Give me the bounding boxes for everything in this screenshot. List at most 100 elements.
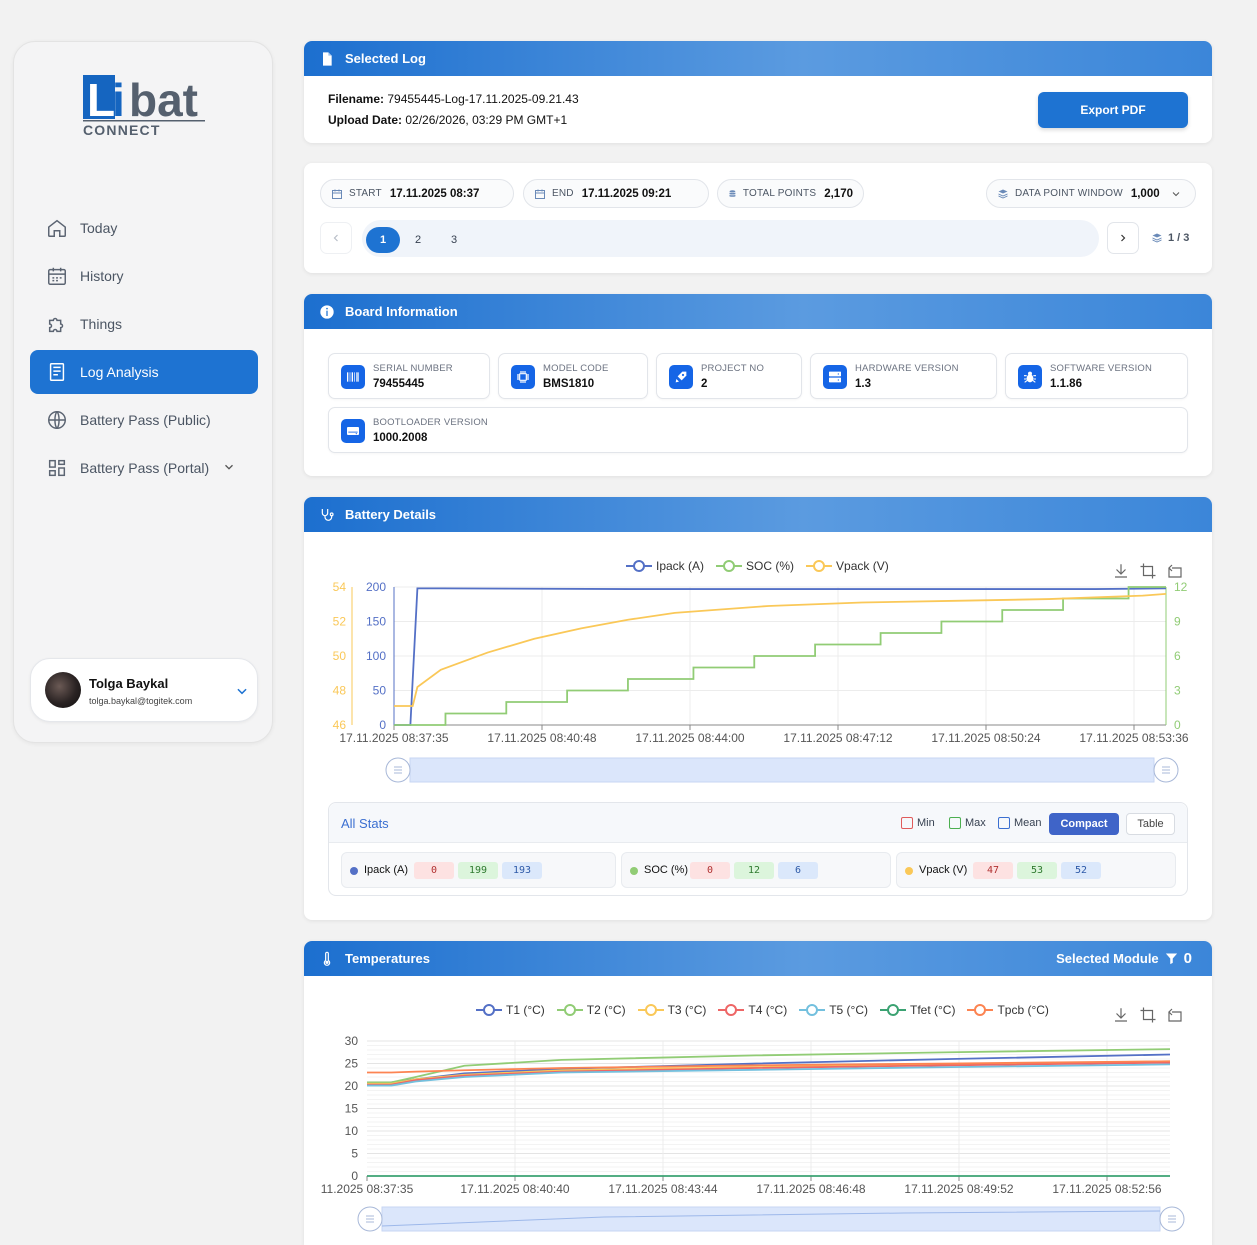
checkbox-box [998,817,1010,829]
x-tick-label: 17.11.2025 08:43:44 [608,1182,718,1196]
page-1-button[interactable]: 1 [366,227,400,253]
x-tick-label: 17.11.2025 08:40:40 [460,1182,570,1196]
nav-item-log-analysis[interactable]: Log Analysis [30,350,258,394]
export-pdf-button[interactable]: Export PDF [1038,92,1188,128]
stat-mean: 193 [502,862,542,879]
field-label: BOOTLOADER VERSION [373,417,488,428]
zoom-slider-left-handle[interactable] [357,1206,383,1232]
range-card: START 17.11.2025 08:37 END 17.11.2025 09:2… [304,163,1212,273]
restore-icon[interactable] [1166,1006,1184,1024]
stats-header: All Stats Min Max Mean Compact Table [329,803,1187,843]
window-value: 1,000 [1130,187,1160,200]
legend-item-t3[interactable]: T3 (°C) [637,1003,706,1017]
legend-marker [716,560,743,572]
table-toggle-button[interactable]: Table [1126,813,1175,835]
data-point-window-select[interactable]: DATA POINT WINDOW 1,000 [986,179,1196,208]
page-indicator: 1 / 3 [1151,232,1189,244]
stat-min: 0 [414,862,454,879]
y-left2-tick-label: 52 [333,615,347,629]
field-value: 1.3 [855,378,871,390]
nav-item-battery-pass-portal[interactable]: Battery Pass (Portal) [30,446,258,490]
field-label: HARDWARE VERSION [855,363,959,374]
max-checkbox[interactable]: Max [949,817,986,829]
chevron-down-icon[interactable] [222,460,236,474]
legend-item-t5[interactable]: T5 (°C) [799,1003,868,1017]
nav-item-today[interactable]: Today [30,206,258,250]
min-checkbox[interactable]: Min [901,817,935,829]
field-value: 1000.2008 [373,432,428,444]
nav-label: History [80,268,124,284]
y-left-tick-label: 100 [366,649,386,663]
checkbox-box [901,817,913,829]
model-code-field: MODEL CODE BMS1810 [498,353,648,399]
barcode-icon [341,365,365,389]
y-right-tick-label: 6 [1174,649,1181,663]
legend-item-soc[interactable]: SOC (%) [716,559,794,573]
globe-icon [48,411,66,429]
stat-group-soc: SOC (%) 0 12 6 [621,852,891,888]
file-icon [323,51,332,66]
stat-max: 199 [458,862,498,879]
stat-mean: 52 [1061,862,1101,879]
legend-label: T2 (°C) [586,1003,626,1017]
zoom-slider-right-handle[interactable] [1159,1206,1185,1232]
software-version-field: SOFTWARE VERSION 1.1.86 [1005,353,1188,399]
legend-marker [476,1004,502,1016]
legend-marker [556,1004,583,1016]
legend-item-tpcb[interactable]: Tpcb (°C) [967,1003,1049,1017]
card-title: Temperatures [345,951,431,966]
prev-page-button[interactable] [320,222,352,254]
legend-item-t1[interactable]: T1 (°C) [476,1003,545,1017]
upload-value: 02/26/2026, 03:29 PM GMT+1 [405,113,568,127]
end-pill: END 17.11.2025 09:21 [523,179,709,208]
compact-toggle-button[interactable]: Compact [1049,813,1119,835]
calendar-icon [535,189,545,199]
chevron-down-icon[interactable] [235,684,249,698]
libat-logo[interactable]: L i bat CONNECT [83,74,205,144]
battery-chart[interactable]: 0 50 100 150 200 46 48 50 52 54 0 3 6 9 12 17.11.2025 0… [304,577,1212,792]
x-tick-label: 11.2025 08:37:35 [321,1182,414,1196]
end-label: END [552,188,574,199]
legend-item-t2[interactable]: T2 (°C) [556,1003,626,1017]
nav-label: Things [80,316,123,332]
page-2-button[interactable]: 2 [401,227,435,253]
battery-legend: Ipack (A) SOC (%) Vpack (V) [626,559,901,573]
nav-item-things[interactable]: Things [30,302,258,346]
layers-icon [1152,233,1162,243]
zoom-slider-left-handle[interactable] [385,757,411,783]
home-icon [48,219,66,237]
next-page-button[interactable] [1107,222,1139,254]
temperature-chart[interactable]: 0 5 10 15 20 25 30 11.2025 08:37:35 17.11.2025 0… [304,1031,1212,1245]
legend-marker [806,560,833,572]
card-header: Board Information [304,294,1212,329]
zoom-area-icon[interactable] [1139,1006,1157,1024]
user-card[interactable]: Tolga Baykal tolga.baykal@togitek.com [30,658,258,722]
legend-item-tfet[interactable]: Tfet (°C) [879,1003,956,1017]
all-stats-panel: All Stats Min Max Mean Compact Table Ipa… [328,802,1188,896]
serial-number-field: SERIAL NUMBER 79455445 [328,353,490,399]
legend-item-ipack[interactable]: Ipack (A) [626,559,704,573]
card-header: Temperatures Selected Module 0 [304,941,1212,976]
legend-item-vpack[interactable]: Vpack (V) [806,559,889,573]
document-icon [49,363,65,381]
legend-item-t4[interactable]: T4 (°C) [718,1003,787,1017]
x-tick-label: 17.11.2025 08:49:52 [904,1182,1014,1196]
legend-marker [879,1004,906,1016]
mean-checkbox[interactable]: Mean [998,817,1042,829]
zoom-slider-right-handle[interactable] [1153,757,1179,783]
svg-text:i: i [112,75,125,126]
field-label: SERIAL NUMBER [373,363,453,374]
y-right-tick-label: 0 [1174,718,1181,732]
nav-item-history[interactable]: History [30,254,258,298]
page-3-button[interactable]: 3 [437,227,471,253]
nav-item-battery-pass-public[interactable]: Battery Pass (Public) [30,398,258,442]
total-value: 2,170 [824,187,853,200]
stat-max: 12 [734,862,774,879]
selected-module-filter[interactable]: Selected Module 0 [1056,950,1192,967]
download-icon[interactable] [1112,1006,1130,1024]
legend-label: Tfet (°C) [909,1003,956,1017]
y-tick-label: 5 [351,1147,358,1161]
bootloader-version-field: BOOTLOADER VERSION 1000.2008 [328,407,1188,453]
page-indicator-text: 1 / 3 [1168,232,1190,244]
nav-label: Battery Pass (Public) [80,412,211,428]
